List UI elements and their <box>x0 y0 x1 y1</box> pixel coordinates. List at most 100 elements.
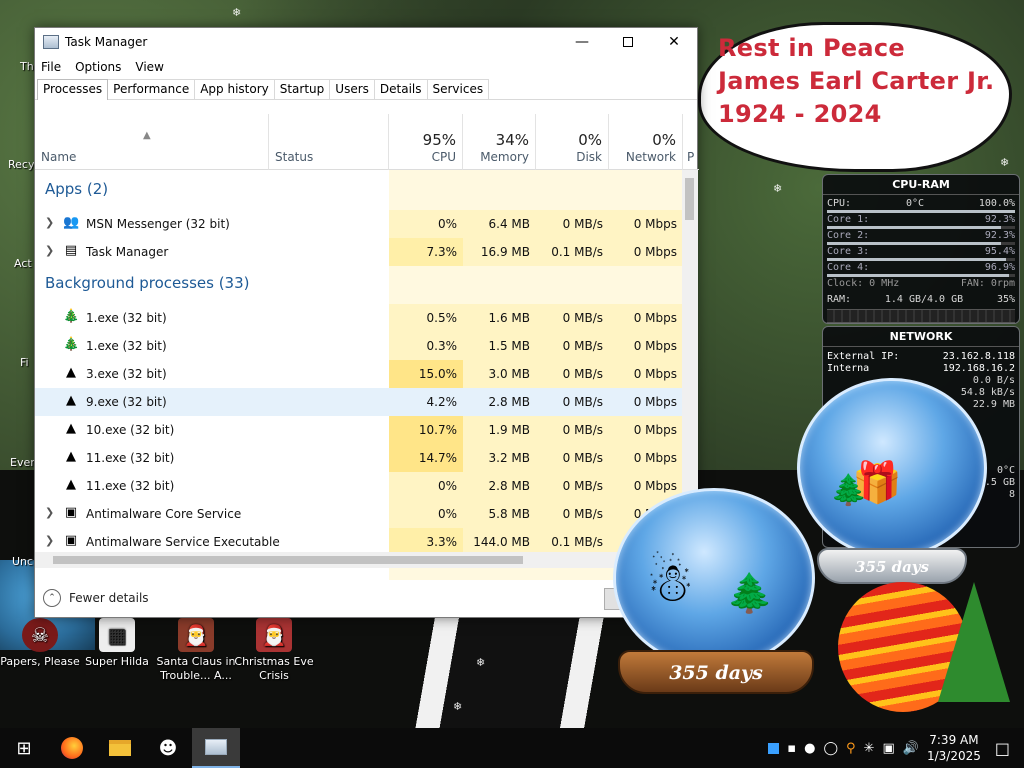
table-row[interactable]: ▲ 11.exe (32 bit) 14.7% 3.2 MB 0 MB/s 0 Mbps <box>35 444 683 472</box>
column-header-extra[interactable]: P <box>683 114 699 170</box>
tray-drop-icon[interactable]: ● <box>804 741 815 756</box>
tray-app-icon[interactable]: ▪ <box>787 741 796 756</box>
taskbar-task-manager[interactable] <box>192 728 240 768</box>
desktop-icon-papers-please[interactable]: ☠ Papers, Please <box>0 618 80 669</box>
network-total: 0% <box>652 131 676 149</box>
volume-icon[interactable]: 🔊 <box>903 741 919 756</box>
group-header-apps[interactable]: Apps (2) <box>45 180 108 198</box>
horizontal-scrollbar[interactable] <box>35 552 683 568</box>
tab-startup[interactable]: Startup <box>273 79 331 99</box>
desktop-icon-christmas-eve-crisis[interactable]: 🎅 Christmas Eve Crisis <box>234 618 314 683</box>
table-row[interactable]: ▲ 3.exe (32 bit) 15.0% 3.0 MB 0 MB/s 0 Mbps <box>35 360 683 388</box>
group-header-background[interactable]: Background processes (33) <box>45 274 250 292</box>
tab-app-history[interactable]: App history <box>194 79 275 99</box>
net-rate: 54.8 kB/s <box>960 387 1015 398</box>
column-header-memory[interactable]: 34% Memory <box>463 114 536 170</box>
tab-performance[interactable]: Performance <box>107 79 196 99</box>
clock[interactable]: 7:39 AM 1/3/2025 <box>927 732 981 764</box>
cpu-label: CPU: <box>827 198 852 209</box>
wallpaper-suit <box>370 610 650 730</box>
desktop-icon-super-hilda[interactable]: ▦ Super Hilda <box>80 618 154 669</box>
table-row[interactable]: ▲ 9.exe (32 bit) 4.2% 2.8 MB 0 MB/s 0 Mbps <box>35 388 683 416</box>
tray-widget-icon[interactable]: ◯ <box>823 741 838 756</box>
desktop-icon-label-partial[interactable]: Fi <box>20 356 29 369</box>
cpu-cell: 10.7% <box>389 416 463 444</box>
snowflake-icon: ❄ <box>453 700 463 713</box>
memory-cell: 5.8 MB <box>463 500 536 528</box>
disk-cell: 0 MB/s <box>536 332 609 360</box>
fewer-details-link[interactable]: Fewer details <box>69 591 149 605</box>
chevron-right-icon[interactable]: ❯ <box>45 506 54 519</box>
chevron-right-icon[interactable]: ❯ <box>45 216 54 229</box>
process-name: Task Manager <box>86 245 169 259</box>
column-header-status[interactable]: Status <box>269 114 389 170</box>
column-header-cpu[interactable]: 95% CPU <box>389 114 463 170</box>
cpu-temp: 0°C <box>905 198 925 209</box>
tray-square-icon[interactable] <box>768 742 780 754</box>
desktop-icon-label-partial[interactable]: Act <box>14 257 32 270</box>
cpu-value: 100.0% <box>978 198 1015 209</box>
table-row[interactable]: ❯ 👥 MSN Messenger (32 bit) 0% 6.4 MB 0 MB/s 0 … <box>35 210 683 238</box>
scrollbar-thumb[interactable] <box>685 178 694 220</box>
desktop-icon-label-partial[interactable]: Recy <box>8 158 34 171</box>
core-row: Core 1: 92.3% <box>823 214 1019 226</box>
speech-line-3: 1924 - 2024 <box>718 100 882 128</box>
network-icon[interactable]: ▣ <box>882 741 894 756</box>
process-icon: ▲ <box>66 449 76 464</box>
taskbar-msn[interactable]: ☻ <box>144 728 192 768</box>
column-header-network[interactable]: 0% Network <box>609 114 683 170</box>
process-name: 11.exe (32 bit) <box>86 479 175 493</box>
memory-cell: 3.2 MB <box>463 444 536 472</box>
maximize-button[interactable] <box>605 28 651 56</box>
chevron-right-icon[interactable]: ❯ <box>45 244 54 257</box>
net-rate: 0.0 B/s <box>972 375 1015 386</box>
internal-ip: 192.168.16.2 <box>942 363 1015 374</box>
desktop-icon-label-partial[interactable]: Th <box>20 60 34 73</box>
tray-star-icon[interactable]: ✳ <box>864 741 875 756</box>
task-manager-window[interactable]: Task Manager — ✕ File Options View Proce… <box>34 27 699 618</box>
desktop-icon-santa-claus[interactable]: 🎅 Santa Claus in Trouble... A... <box>154 618 238 683</box>
menu-view[interactable]: View <box>135 60 163 74</box>
snowflake-icon: ❄ <box>1000 156 1010 169</box>
network-cell: 0 Mbps <box>609 332 683 360</box>
taskbar-file-explorer[interactable] <box>96 728 144 768</box>
table-row[interactable]: 🎄 1.exe (32 bit) 0.3% 1.5 MB 0 MB/s 0 Mbps <box>35 332 683 360</box>
column-header-disk[interactable]: 0% Disk <box>536 114 609 170</box>
chevron-up-icon[interactable]: ⌃ <box>43 589 61 607</box>
clock-date: 1/3/2025 <box>926 749 981 763</box>
core-label: Core 4: <box>827 262 870 273</box>
cpu-cell: 7.3% <box>389 238 463 266</box>
disk-cell: 0 MB/s <box>536 210 609 238</box>
table-row[interactable]: ▲ 10.exe (32 bit) 10.7% 1.9 MB 0 MB/s 0 Mbps <box>35 416 683 444</box>
table-row[interactable]: ❯ ▣ Antimalware Core Service 0% 5.8 MB 0 MB/s… <box>35 500 683 528</box>
tray-search-icon[interactable]: ⚲ <box>846 741 856 756</box>
title-bar[interactable]: Task Manager — ✕ <box>35 28 697 56</box>
santa-claus-icon: 🎅 <box>178 618 214 652</box>
table-row[interactable]: ▲ 11.exe (32 bit) 0% 2.8 MB 0 MB/s 0 Mbps <box>35 472 683 500</box>
minimize-button[interactable]: — <box>559 28 605 56</box>
column-disk-label: Disk <box>576 150 602 164</box>
menu-file[interactable]: File <box>41 60 61 74</box>
snow-globe-left: ☃ 🌲 <box>613 488 815 668</box>
tab-details[interactable]: Details <box>373 79 428 99</box>
close-button[interactable]: ✕ <box>651 28 697 56</box>
table-row[interactable]: ❯ ▤ Task Manager 7.3% 16.9 MB 0.1 MB/s 0 Mbps <box>35 238 683 266</box>
scrollbar-thumb[interactable] <box>53 556 523 564</box>
chevron-right-icon[interactable]: ❯ <box>45 534 54 547</box>
network-cell: 0 Mbps <box>609 416 683 444</box>
tab-processes[interactable]: Processes <box>37 79 109 100</box>
cpu-total: 95% <box>422 131 456 149</box>
taskbar-firefox[interactable] <box>48 728 96 768</box>
tab-users[interactable]: Users <box>329 79 375 99</box>
table-row[interactable]: 🎄 1.exe (32 bit) 0.5% 1.6 MB 0 MB/s 0 Mbps <box>35 304 683 332</box>
tab-services[interactable]: Services <box>426 79 490 99</box>
desktop-icon-label-partial[interactable]: Ever <box>10 456 35 469</box>
disk-cell: 0 MB/s <box>536 304 609 332</box>
core-label: Core 1: <box>827 214 870 225</box>
desktop-icon-label-partial[interactable]: Unc <box>12 555 33 568</box>
snow-globe-right-base: 355 days <box>817 548 967 584</box>
column-header-name[interactable]: ▲ Name <box>35 114 269 170</box>
menu-options[interactable]: Options <box>75 60 121 74</box>
start-button[interactable]: ⊞ <box>0 728 48 768</box>
notification-icon[interactable]: □ <box>995 739 1010 758</box>
